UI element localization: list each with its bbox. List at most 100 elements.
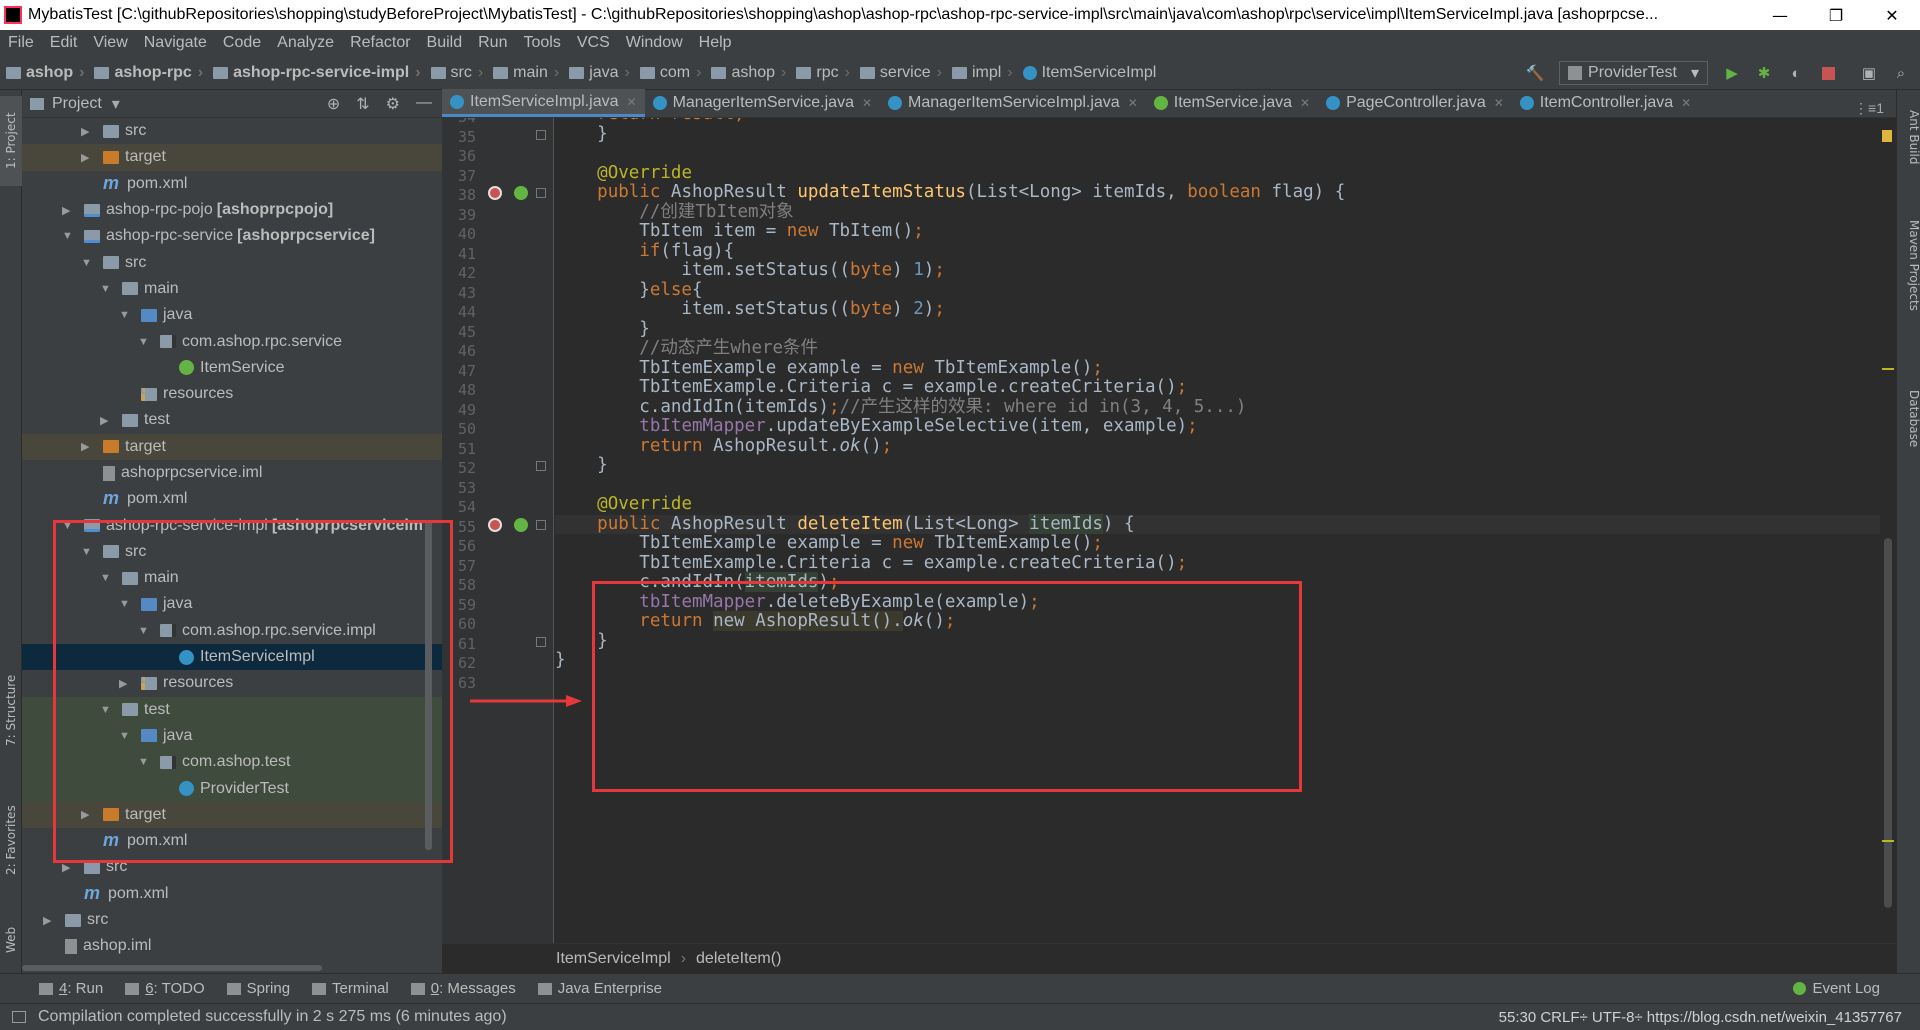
restore-button[interactable]: ❐ xyxy=(1808,0,1864,30)
database-tool-tab[interactable]: Database xyxy=(1899,390,1920,447)
bottom-tool-messages[interactable]: 0: Messages xyxy=(400,980,527,997)
tree-node[interactable]: ▼ src xyxy=(22,249,442,275)
collapsed-arrow-icon[interactable]: ▶ xyxy=(62,204,76,217)
code-line[interactable]: TbItemExample.Criteria c = example.creat… xyxy=(555,377,1880,398)
code-line[interactable] xyxy=(555,476,1880,496)
collapsed-arrow-icon[interactable]: ▶ xyxy=(100,414,114,427)
expanded-arrow-icon[interactable]: ▼ xyxy=(81,257,95,269)
code-line[interactable]: } xyxy=(555,455,1880,476)
code-line[interactable]: @Override xyxy=(555,163,1880,184)
bottom-tool-todo[interactable]: 6: TODO xyxy=(114,980,215,997)
code-line[interactable]: TbItemExample.Criteria c = example.creat… xyxy=(555,553,1880,574)
tree-node[interactable]: ItemService xyxy=(22,355,442,381)
close-button[interactable]: ✕ xyxy=(1864,0,1920,30)
code-line[interactable]: c.andIdIn(itemIds);//产生这样的效果: where id i… xyxy=(555,397,1880,418)
project-tool-tab[interactable]: 1: Project xyxy=(0,96,22,186)
editor-tab[interactable]: ManagerItemServiceImpl.java ✕ xyxy=(880,89,1146,117)
implementing-method-icon[interactable] xyxy=(488,517,502,532)
bottom-tool-java-enterprise[interactable]: Java Enterprise xyxy=(527,980,673,997)
project-structure-icon[interactable]: ▣ xyxy=(1858,62,1880,84)
code-line[interactable]: if(flag){ xyxy=(555,241,1880,262)
code-editor[interactable]: return result; } @Override public AshopR… xyxy=(555,118,1880,943)
tree-node[interactable]: ▼ com.ashop.rpc.service xyxy=(22,328,442,354)
close-icon[interactable]: ✕ xyxy=(1300,96,1310,110)
favorites-tool-tab[interactable]: 2: Favorites xyxy=(0,790,22,890)
menu-view[interactable]: View xyxy=(85,34,135,52)
fold-marker-icon[interactable] xyxy=(536,129,546,140)
tree-node[interactable]: ▼ main xyxy=(22,276,442,302)
bottom-tool-spring[interactable]: Spring xyxy=(216,980,301,997)
build-hammer-icon[interactable]: 🔨 xyxy=(1524,62,1546,84)
expanded-arrow-icon[interactable]: ▼ xyxy=(119,309,133,321)
close-icon[interactable]: ✕ xyxy=(1494,96,1504,110)
menu-analyze[interactable]: Analyze xyxy=(269,34,342,52)
bottom-tool-terminal[interactable]: Terminal xyxy=(301,980,400,997)
code-line[interactable]: item.setStatus((byte) 1); xyxy=(555,260,1880,281)
menu-edit[interactable]: Edit xyxy=(42,34,86,52)
menu-build[interactable]: Build xyxy=(419,34,471,52)
menu-run[interactable]: Run xyxy=(470,34,515,52)
menu-window[interactable]: Window xyxy=(618,34,691,52)
code-line[interactable]: public AshopResult deleteItem(List<Long>… xyxy=(555,513,1880,534)
tree-node[interactable]: ▶ test xyxy=(22,407,442,433)
code-line[interactable]: TbItemExample example = new TbItemExampl… xyxy=(555,533,1880,554)
tab-list-menu-icon[interactable]: ⋮≡1 xyxy=(1854,100,1896,117)
expanded-arrow-icon[interactable]: ▼ xyxy=(62,230,76,242)
scroll-marker[interactable] xyxy=(1882,840,1894,842)
maven-projects-tool-tab[interactable]: Maven Projects xyxy=(1899,220,1920,311)
coverage-icon[interactable]: ◐ xyxy=(1785,62,1807,84)
code-line[interactable]: }else{ xyxy=(555,280,1880,301)
stop-icon[interactable] xyxy=(1817,62,1839,84)
scroll-marker[interactable] xyxy=(1882,368,1894,370)
menu-navigate[interactable]: Navigate xyxy=(136,34,215,52)
fold-marker-icon[interactable] xyxy=(536,461,546,471)
editor-tab[interactable]: PageController.java ✕ xyxy=(1318,89,1512,117)
editor-tab[interactable]: ItemServiceImpl.java ✕ xyxy=(442,89,645,117)
tree-node[interactable]: resources xyxy=(22,381,442,407)
search-icon[interactable]: ⌕ xyxy=(1890,62,1912,84)
code-line[interactable]: item.setStatus((byte) 2); xyxy=(555,299,1880,320)
chevron-down-icon[interactable]: ▾ xyxy=(112,94,120,114)
menu-help[interactable]: Help xyxy=(691,34,740,52)
project-view-select[interactable]: Project xyxy=(52,95,102,113)
expanded-arrow-icon[interactable]: ▼ xyxy=(100,283,114,295)
menu-tools[interactable]: Tools xyxy=(515,34,568,52)
project-horizontal-scrollbar[interactable] xyxy=(22,965,322,971)
nav-crumb[interactable]: src › xyxy=(425,64,488,82)
code-line[interactable]: TbItemExample example = new TbItemExampl… xyxy=(555,358,1880,379)
close-icon[interactable]: ✕ xyxy=(862,96,872,110)
fold-marker-icon[interactable] xyxy=(536,519,546,530)
fold-marker-icon[interactable] xyxy=(536,636,546,647)
menu-refactor[interactable]: Refactor xyxy=(342,34,418,52)
close-icon[interactable]: ✕ xyxy=(1128,96,1138,110)
tree-node[interactable]: ▶ src xyxy=(22,907,442,933)
tree-node[interactable]: ▶ target xyxy=(22,144,442,171)
close-icon[interactable]: ✕ xyxy=(627,95,637,109)
run-icon[interactable]: ▶ xyxy=(1721,62,1743,84)
editor-tab[interactable]: ManagerItemService.java ✕ xyxy=(645,89,880,117)
locate-target-icon[interactable]: ⊕ xyxy=(327,94,340,114)
tree-node[interactable]: ▶ target xyxy=(22,433,442,460)
menu-file[interactable]: File xyxy=(0,34,42,52)
collapse-all-icon[interactable]: ⇅ xyxy=(356,94,369,114)
tree-node[interactable]: ▼ java xyxy=(22,302,442,328)
code-line[interactable]: } xyxy=(555,124,1880,145)
warning-marker-icon[interactable] xyxy=(1882,130,1892,142)
code-line[interactable]: TbItem item = new TbItem(); xyxy=(555,221,1880,242)
tree-node[interactable]: m pom.xml xyxy=(22,881,442,907)
editor-tab[interactable]: ItemController.java ✕ xyxy=(1512,89,1699,117)
hide-panel-icon[interactable]: — xyxy=(416,94,432,114)
tree-node[interactable]: ashoprpcservice.iml xyxy=(22,460,442,486)
web-tool-tab[interactable]: Web xyxy=(0,910,22,970)
tree-node[interactable]: ▼ ashop-rpc-service [ashoprpcservice] xyxy=(22,223,442,249)
tree-node[interactable]: m pom.xml xyxy=(22,486,442,512)
nav-crumb[interactable]: service › xyxy=(854,64,946,82)
ant-build-tool-tab[interactable]: Ant Build xyxy=(1899,110,1920,164)
nav-crumb[interactable]: ashop › xyxy=(0,64,88,82)
overrides-method-icon[interactable] xyxy=(514,186,528,200)
code-line[interactable]: //创建TbItem对象 xyxy=(555,202,1880,223)
code-line[interactable]: } xyxy=(555,319,1880,340)
collapsed-arrow-icon[interactable]: ▶ xyxy=(81,125,95,138)
editor-scrollbar[interactable] xyxy=(1880,118,1896,943)
nav-crumb[interactable]: impl › xyxy=(946,64,1017,82)
